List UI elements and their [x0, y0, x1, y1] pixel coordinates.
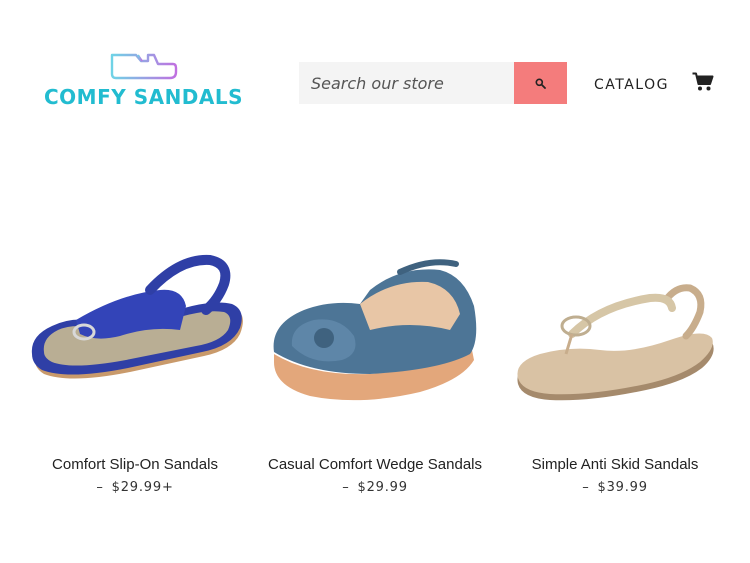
price-suffix: +: [161, 480, 174, 495]
price-dash: –: [342, 480, 350, 495]
product-title[interactable]: Simple Anti Skid Sandals: [490, 456, 740, 473]
product-image[interactable]: [10, 250, 260, 430]
search-form: [299, 62, 567, 104]
logo-text: COMFY SANDALS: [44, 85, 244, 109]
nav-catalog-link[interactable]: CATALOG: [594, 77, 669, 93]
price-dash: –: [96, 480, 104, 495]
product-image[interactable]: [250, 250, 500, 430]
product-price-row: – $29.99+: [10, 480, 260, 495]
product-title[interactable]: Casual Comfort Wedge Sandals: [250, 456, 500, 473]
product-title[interactable]: Comfort Slip-On Sandals: [10, 456, 260, 473]
product-price: $29.99: [111, 480, 162, 495]
sandal-logo-icon: [110, 53, 178, 80]
cart-link[interactable]: [692, 72, 714, 92]
product-price: $39.99: [597, 480, 648, 495]
search-input[interactable]: [299, 62, 514, 104]
product-price-row: – $29.99: [250, 480, 500, 495]
product-card[interactable]: Comfort Slip-On Sandals – $29.99+: [10, 250, 260, 510]
site-header: COMFY SANDALS CATALOG: [0, 0, 750, 130]
search-button[interactable]: [514, 62, 567, 104]
price-dash: –: [582, 480, 590, 495]
cart-icon: [692, 72, 714, 91]
product-card[interactable]: Casual Comfort Wedge Sandals – $29.99: [250, 250, 500, 510]
product-image[interactable]: [490, 250, 740, 430]
store-logo[interactable]: COMFY SANDALS: [44, 52, 246, 112]
product-price: $29.99: [357, 480, 408, 495]
product-card[interactable]: Simple Anti Skid Sandals – $39.99: [490, 250, 740, 510]
product-price-row: – $39.99: [490, 480, 740, 495]
search-icon: [535, 78, 546, 89]
